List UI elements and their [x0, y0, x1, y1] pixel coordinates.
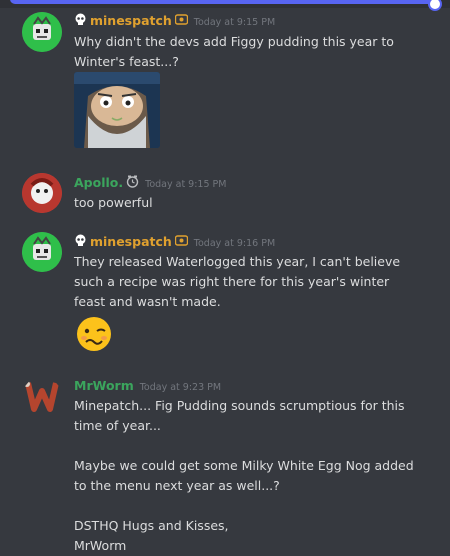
message-text: They released Waterlogged this year, I c… — [74, 254, 405, 309]
message-text: Minepatch... Fig Pudding sounds scrumpti… — [74, 398, 414, 553]
nitro-badge-icon — [174, 235, 188, 246]
avatar[interactable] — [22, 173, 62, 213]
message-header: minespatch Today at 9:16 PM — [74, 234, 275, 249]
message-header: minespatch Today at 9:15 PM — [74, 13, 275, 28]
message-header: Apollo. Today at 9:15 PM — [74, 175, 226, 190]
message-text: Why didn't the devs add Figgy pudding th… — [74, 34, 398, 69]
wilson-cartoon-image[interactable] — [74, 72, 160, 148]
timestamp: Today at 9:16 PM — [193, 238, 276, 249]
username[interactable]: MrWorm — [74, 378, 134, 393]
avatar[interactable] — [22, 377, 62, 417]
skull-icon — [75, 234, 86, 246]
avatar-character-icon — [22, 232, 62, 272]
timestamp: Today at 9:15 PM — [145, 179, 227, 190]
avatar-character-icon — [22, 173, 62, 213]
username[interactable]: minespatch — [90, 13, 172, 28]
message-header: MrWorm Today at 9:23 PM — [74, 378, 221, 393]
avatar-character-icon — [22, 12, 62, 52]
skull-icon — [75, 13, 86, 25]
scroll-indicator-dot — [428, 0, 442, 11]
top-scroll-bar — [0, 0, 450, 11]
worm-avatar-icon — [24, 381, 59, 412]
timestamp: Today at 9:15 PM — [193, 17, 276, 28]
username[interactable]: Apollo. — [74, 175, 123, 190]
message-text: too powerful — [74, 195, 153, 210]
jump-to-present-bar[interactable] — [10, 0, 436, 4]
nitro-badge-icon — [174, 14, 188, 25]
avatar[interactable] — [22, 232, 62, 272]
woozy-face-emoji[interactable] — [74, 314, 114, 354]
clock-badge-icon — [126, 175, 139, 188]
timestamp: Today at 9:23 PM — [139, 382, 222, 393]
avatar[interactable] — [22, 12, 62, 52]
username[interactable]: minespatch — [90, 234, 172, 249]
